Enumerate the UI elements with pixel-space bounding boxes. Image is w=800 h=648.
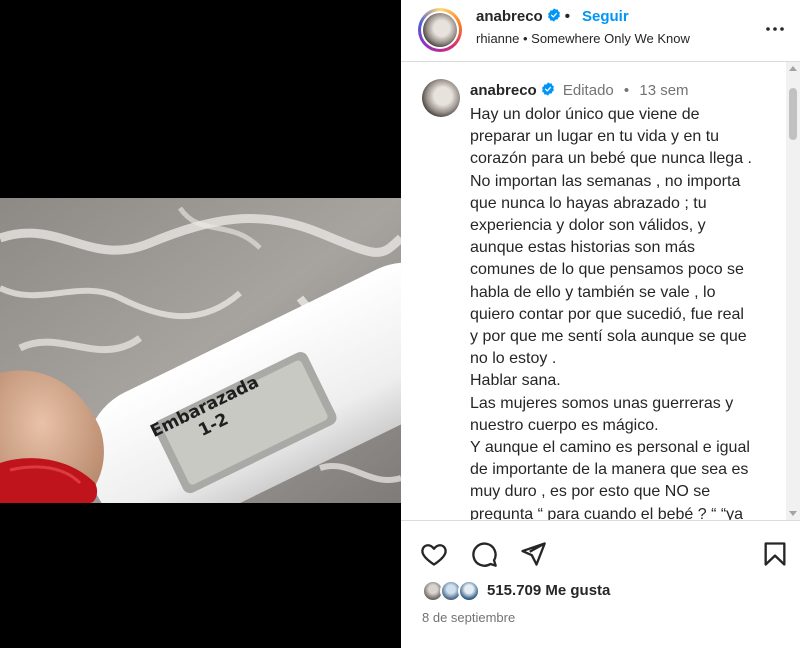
scroll-down-arrow-icon[interactable] [789,511,797,516]
author-username[interactable]: anabreco [476,8,543,25]
post-media[interactable]: Embarazada 1-2 [0,0,401,648]
post-date[interactable]: 8 de septiembre [422,610,515,625]
liker-avatar [458,580,480,602]
separator-dot: • [564,8,570,25]
follow-button[interactable]: Seguir [582,8,629,25]
post-age[interactable]: 13 sem [639,82,688,99]
caption-author-avatar[interactable] [422,79,460,117]
more-options-icon[interactable] [763,17,787,41]
post-panel: anabreco • Seguir rhianne • Somewhere On… [401,0,800,648]
heart-icon[interactable] [420,540,448,568]
post-actions: 515.709 Me gusta 8 de septiembre [401,520,800,648]
caption-username[interactable]: anabreco [470,82,537,99]
edited-label: Editado [562,82,614,99]
caption-meta: anabreco Editado • 13 sem [470,82,689,99]
scroll-up-arrow-icon[interactable] [789,66,797,71]
verified-badge-icon [541,82,554,96]
bookmark-icon[interactable] [761,540,789,568]
likes-count[interactable]: 515.709 Me gusta [487,582,610,599]
verified-badge-icon [547,8,560,22]
author-avatar[interactable] [418,8,462,52]
post-header: anabreco • Seguir rhianne • Somewhere On… [401,0,800,62]
caption-text: Hay un dolor único que viene de preparar… [470,106,752,520]
comment-icon[interactable] [470,540,498,568]
caption-scrollbar[interactable] [786,62,800,520]
separator-dot: • [623,82,630,99]
pregnancy-test-photo: Embarazada 1-2 [0,198,401,503]
scroll-thumb[interactable] [789,88,797,140]
caption-area: anabreco Editado • 13 sem Hay un dolor ú… [401,62,800,520]
share-icon[interactable] [519,540,547,568]
audio-track-link[interactable]: rhianne • Somewhere Only We Know [476,31,690,46]
